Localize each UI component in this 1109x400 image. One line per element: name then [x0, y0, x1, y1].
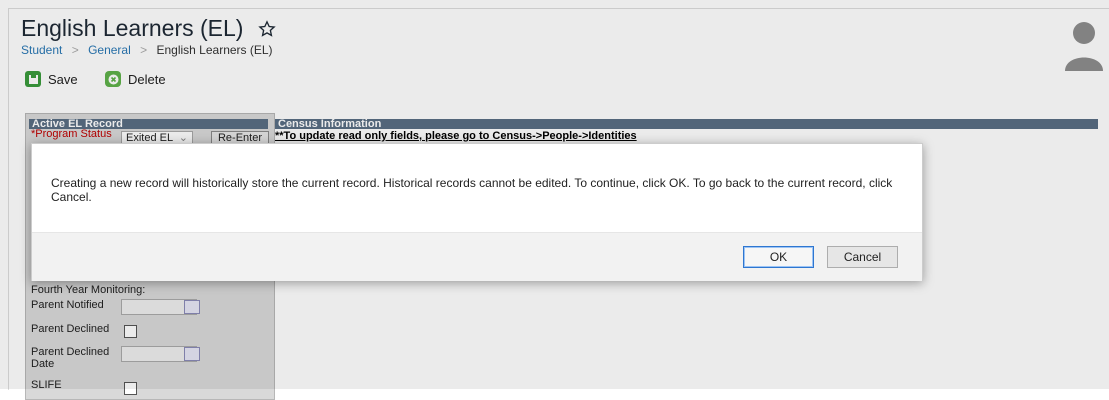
dialog-footer: OK Cancel: [32, 232, 922, 281]
cancel-button[interactable]: Cancel: [827, 246, 898, 268]
confirm-dialog: Creating a new record will historically …: [31, 143, 923, 281]
dialog-message: Creating a new record will historically …: [51, 176, 893, 204]
ok-button[interactable]: OK: [743, 246, 814, 268]
